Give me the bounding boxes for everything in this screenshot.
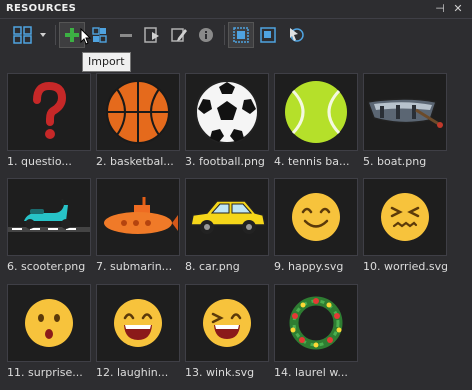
resource-tile[interactable]: 6. scooter.png — [7, 178, 91, 273]
resource-tile[interactable]: 3. football.png — [185, 73, 269, 168]
car-icon — [190, 200, 266, 234]
resource-label: 10. worried.svg — [363, 260, 447, 273]
resource-tile[interactable]: 10. worried.svg — [363, 178, 447, 273]
submarine-icon — [104, 197, 178, 234]
resource-label: 4. tennis ba... — [274, 155, 350, 168]
worried-face-icon — [381, 193, 429, 241]
resource-label: 6. scooter.png — [7, 260, 86, 273]
resource-tile[interactable]: 14. laurel w... — [274, 284, 358, 379]
resource-label: 9. happy.svg — [274, 260, 344, 273]
info-icon — [199, 28, 213, 42]
resource-tile[interactable]: 7. submarin... — [96, 178, 180, 273]
image-view-button[interactable] — [228, 22, 254, 48]
replace-button[interactable] — [256, 23, 280, 47]
resource-tile[interactable]: 12. laughin... — [96, 284, 180, 379]
panel-title: RESOURCES — [6, 3, 77, 14]
import-tooltip: Import — [82, 52, 131, 72]
boat-icon — [366, 98, 443, 128]
wink-face-icon — [203, 299, 251, 347]
tennis-ball-icon — [285, 81, 347, 143]
laughing-face-icon — [114, 299, 162, 347]
panel-titlebar: RESOURCES ⊣ ✕ — [0, 0, 472, 19]
resource-tile[interactable]: 8. car.png — [185, 178, 269, 273]
laurel-wreath-icon — [289, 296, 343, 350]
resources-panel: RESOURCES ⊣ ✕ Import 1. questio... 2. ba… — [0, 0, 472, 390]
edit-button[interactable] — [167, 23, 191, 47]
scooter-icon — [8, 198, 90, 232]
close-icon[interactable]: ✕ — [450, 1, 466, 17]
arrow-icon — [290, 28, 304, 42]
edit-icon — [171, 28, 187, 42]
resource-tile[interactable]: 1. questio... — [7, 73, 91, 168]
import-icon — [65, 28, 79, 42]
info-button[interactable] — [194, 23, 218, 47]
happy-face-icon — [292, 193, 340, 241]
remove-button[interactable] — [114, 23, 138, 47]
resource-label: 11. surprise... — [7, 366, 83, 379]
resource-tile[interactable]: 2. basketbal... — [96, 73, 180, 168]
image-icon — [233, 27, 249, 43]
remove-icon — [120, 34, 132, 37]
mouse-cursor-icon — [80, 28, 92, 45]
play-button[interactable] — [140, 23, 164, 47]
pin-icon[interactable]: ⊣ — [432, 1, 448, 17]
arrow-button[interactable] — [284, 23, 308, 47]
resource-label: 13. wink.svg — [185, 366, 255, 379]
resource-tile[interactable]: 9. happy.svg — [274, 178, 358, 273]
view-mode-button[interactable] — [12, 23, 48, 47]
resource-label: 8. car.png — [185, 260, 240, 273]
resource-label: 3. football.png — [185, 155, 265, 168]
resource-tile[interactable]: 11. surprise... — [7, 284, 91, 379]
resource-label: 5. boat.png — [363, 155, 427, 168]
resource-grid: 1. questio... 2. basketbal... 3. footbal… — [0, 70, 472, 390]
resource-tile[interactable]: 4. tennis ba... — [274, 73, 358, 168]
replace-icon — [260, 27, 276, 43]
resource-label: 12. laughin... — [96, 366, 169, 379]
basketball-icon — [106, 80, 170, 144]
resource-label: 2. basketbal... — [96, 155, 174, 168]
resource-label: 14. laurel w... — [274, 366, 348, 379]
play-icon — [144, 27, 159, 43]
surprised-face-icon — [25, 299, 73, 347]
question-icon — [33, 82, 67, 139]
resource-tile[interactable]: 5. boat.png — [363, 73, 447, 168]
view-grid-icon — [13, 26, 46, 44]
football-icon — [195, 80, 259, 144]
resource-tile[interactable]: 13. wink.svg — [185, 284, 269, 379]
resource-label: 1. questio... — [7, 155, 72, 168]
resource-label: 7. submarin... — [96, 260, 173, 273]
resources-toolbar — [0, 19, 472, 51]
